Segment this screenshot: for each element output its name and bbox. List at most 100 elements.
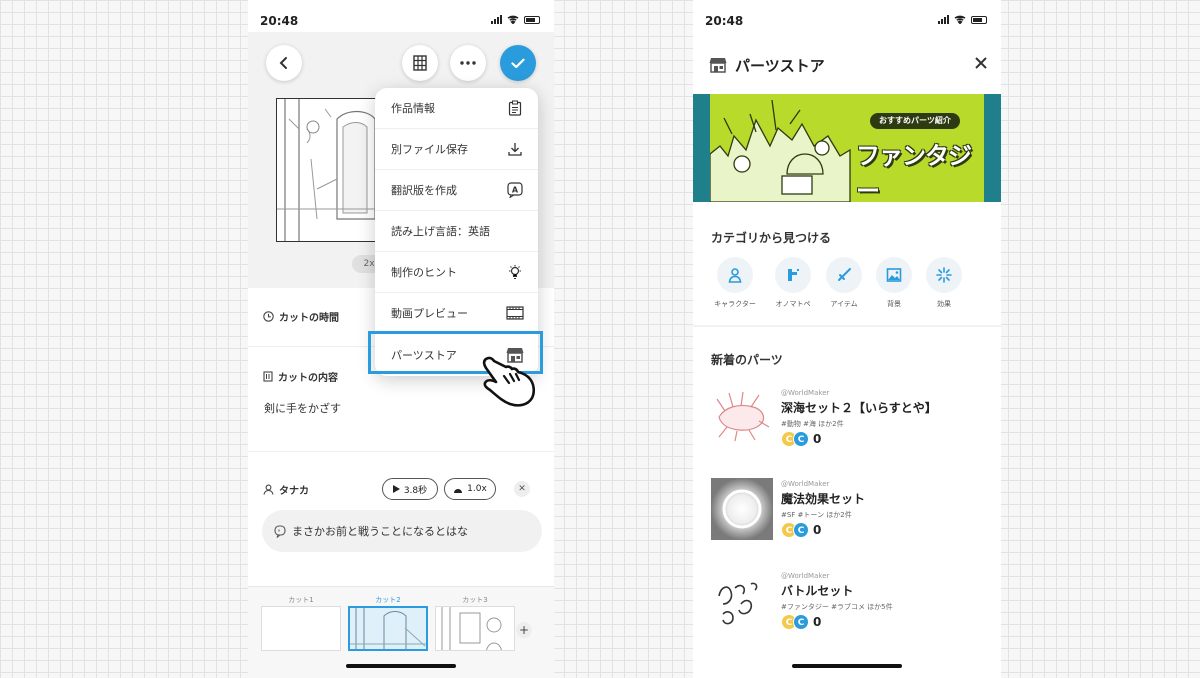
banner-slide: おすすめパーツ紹介 ファンタジー [710,94,984,202]
store-icon [709,58,727,73]
part-tags: #動物 #海 ほか2件 [781,420,844,428]
voice-duration-button[interactable]: 3.8秒 [382,478,438,500]
part-tags: #ファンタジー #ラブコメ ほか5件 [781,603,893,611]
wifi-icon [954,15,966,24]
cut-label: カット3 [462,596,488,604]
price-value: 0 [813,432,822,446]
wifi-icon [507,15,519,24]
home-indicator [346,664,456,668]
status-bar: 20:48 [693,12,1001,32]
category-effects[interactable]: 効果 [919,257,969,309]
cut-content-row: カットの内容 [263,369,338,384]
pointing-hand-icon [482,356,536,407]
picture-icon [886,268,902,282]
lightbulb-icon [506,263,524,281]
cut-thumbnail[interactable] [261,606,341,651]
done-button[interactable] [500,45,536,81]
new-parts-section-title: 新着のパーツ [711,353,783,367]
menu-item-label: 動画プレビュー [391,307,468,320]
battery-icon [524,15,540,24]
cut-content-label: カットの内容 [278,373,338,384]
chevron-left-icon [279,57,287,69]
parts-store-screen: 20:48 パーツストア おすすめパーツ紹介 ファンタジー カテゴリから見つける… [693,0,1001,678]
category-character[interactable]: キャラクター [710,257,760,309]
back-button[interactable] [266,45,302,81]
speech-bubble-icon [274,524,286,538]
more-button[interactable] [450,45,486,81]
part-name: バトルセット [781,584,854,598]
grid-icon [413,55,427,71]
price-value: 0 [813,615,822,629]
speed-icon [454,488,463,493]
translate-icon: A [506,181,524,199]
person-icon [728,268,742,283]
memo-icon [263,371,273,382]
part-item[interactable]: @WorldMaker バトルセット #ファンタジー #ラブコメ ほか5件 CC… [711,570,991,642]
burst-icon [936,267,952,283]
remove-line-button[interactable]: ✕ [514,481,530,497]
cut-thumbnail[interactable] [435,606,515,651]
voice-speed-button[interactable]: 1.0x [444,478,496,500]
category-items[interactable]: アイテム [819,257,869,309]
menu-item-label: 制作のヒント [391,266,457,279]
price-value: 0 [813,523,822,537]
coin-icon: C [793,522,809,538]
character-row[interactable]: タナカ [263,482,309,497]
cut-label: カット1 [288,596,314,604]
coin-icon: C [793,614,809,630]
part-item[interactable]: @WorldMaker 深海セット２【いらすとや】 #動物 #海 ほか2件 CC… [711,387,991,459]
cut-time-row[interactable]: カットの時間 [263,309,339,324]
play-icon [392,485,400,493]
check-icon [511,58,525,68]
category-label: オノマトペ [775,300,811,308]
menu-item-video-preview[interactable]: 動画プレビュー [375,293,538,334]
part-price: CC 0 [781,431,821,447]
menu-item-label: 読み上げ言語：英語 [391,225,490,238]
sword-icon [838,268,851,281]
menu-item-work-info[interactable]: 作品情報 [375,88,538,129]
status-icons [491,15,540,24]
part-tags: #SF #トーン ほか2件 [781,511,852,519]
cut-time-label: カットの時間 [279,313,339,324]
category-label: アイテム [830,300,858,308]
banner-title: ファンタジー [856,142,972,202]
part-author: @WorldMaker [781,480,830,488]
part-price: CC 0 [781,522,821,538]
close-button[interactable] [975,54,987,74]
clipboard-icon [506,99,524,117]
featured-banner[interactable]: おすすめパーツ紹介 ファンタジー [693,94,1001,202]
dialogue-input[interactable]: まさかお前と戦うことになるとはな [262,510,542,552]
divider [248,451,554,452]
category-onomatopoeia[interactable]: オノマトペ [768,257,818,309]
banner-badge: おすすめパーツ紹介 [870,113,960,129]
film-icon [506,304,524,322]
menu-item-reading-language[interactable]: 読み上げ言語：英語 [375,211,538,252]
cut-thumbnail-selected[interactable] [348,606,428,651]
thumb-illustration [350,608,426,649]
menu-item-translate[interactable]: 翻訳版を作成 A [375,170,538,211]
download-icon [506,140,524,158]
signal-icon [491,15,502,24]
grid-button[interactable] [402,45,438,81]
page-title: パーツストア [735,56,825,75]
cut-content-text[interactable]: 剣に手をかざす [264,400,341,416]
home-indicator [792,664,902,668]
clock-icon [263,311,274,322]
category-background[interactable]: 背景 [869,257,919,309]
part-name: 魔法効果セット [781,492,866,506]
menu-item-hints[interactable]: 制作のヒント [375,252,538,293]
part-thumbnail [711,570,773,632]
menu-item-save-as[interactable]: 別ファイル保存 [375,129,538,170]
person-icon [263,484,274,495]
thumb-illustration [441,607,502,650]
battery-icon [971,15,987,24]
part-price: CC 0 [781,614,821,630]
part-item[interactable]: @WorldMaker 魔法効果セット #SF #トーン ほか2件 CC 0 [711,478,991,550]
voice-speed: 1.0x [467,484,487,494]
voice-duration: 3.8秒 [403,485,428,496]
add-cut-button[interactable]: + [516,622,532,638]
menu-item-label: 作品情報 [391,102,435,115]
menu-item-label: 翻訳版を作成 [391,184,457,197]
part-thumbnail [711,387,773,449]
fantasy-illustration [710,99,851,202]
